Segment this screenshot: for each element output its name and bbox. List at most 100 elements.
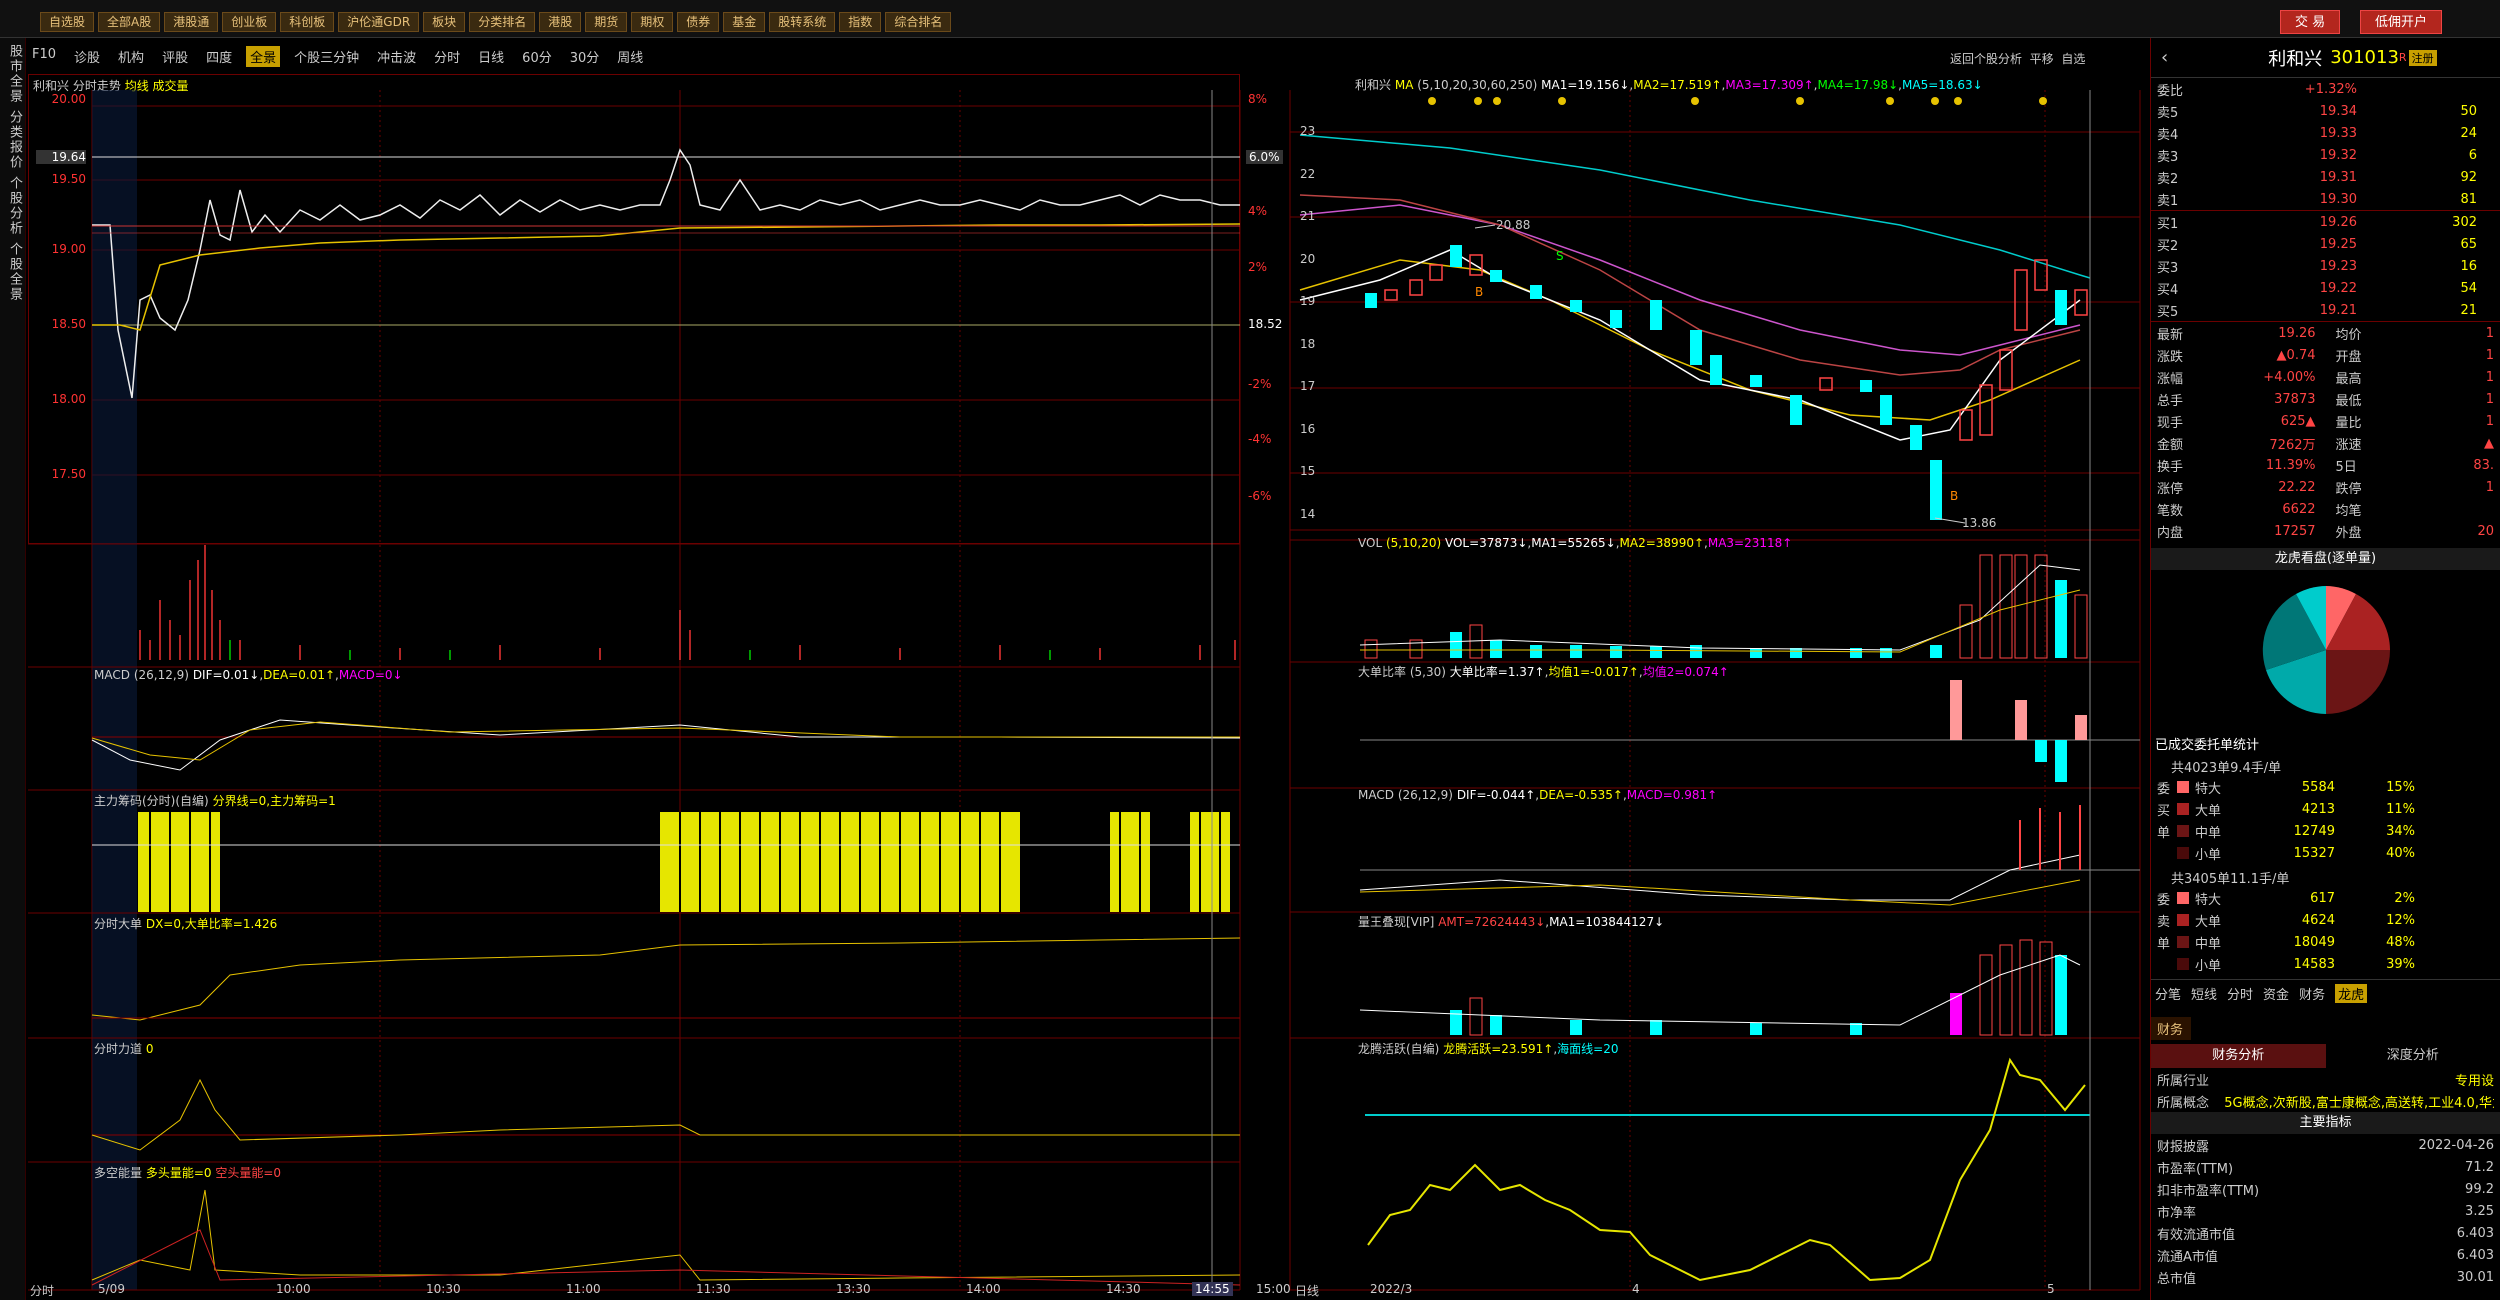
toolbar-button-4[interactable]: 科创板 — [280, 12, 335, 32]
toolbar-button-0[interactable]: 自选股 — [40, 12, 95, 32]
stat-label-2: 外盘 — [2335, 525, 2362, 541]
intraday-dd-title: 分时大单 DX=0,大单比率=1.426 — [94, 917, 278, 931]
toolbar-button-3[interactable]: 创业板 — [222, 12, 277, 32]
quote-subtab-2[interactable]: 分时 — [2227, 984, 2253, 1003]
stock-code: 301013 — [2330, 47, 2399, 68]
order-pie-chart — [2262, 586, 2390, 714]
finance-label: 市盈率(TTM) — [2157, 1161, 2234, 1177]
finance-value: 6.403 — [2456, 1225, 2494, 1241]
deep-analysis-tab[interactable]: 深度分析 — [2326, 1044, 2500, 1068]
toolbar-button-11[interactable]: 债券 — [677, 12, 720, 32]
tab-9[interactable]: 日线 — [474, 46, 508, 67]
stat-label-2: 最低 — [2335, 393, 2362, 409]
tab-8[interactable]: 分时 — [430, 46, 464, 67]
tab-10[interactable]: 60分 — [518, 46, 556, 67]
tab-3[interactable]: 评股 — [158, 46, 192, 67]
quote-subtab-4[interactable]: 财务 — [2299, 984, 2325, 1003]
toolbar-button-6[interactable]: 板块 — [423, 12, 466, 32]
stat-label: 笔数 — [2157, 503, 2184, 519]
watchlist-select[interactable]: 自选 — [2061, 52, 2085, 66]
tab-6[interactable]: 个股三分钟 — [290, 46, 363, 67]
tab-5[interactable]: 全景 — [246, 46, 281, 67]
stat-label: 总手 — [2157, 393, 2184, 409]
margin-account-button[interactable]: 低佣开户 — [2360, 10, 2443, 34]
quote-subtab-3[interactable]: 资金 — [2263, 984, 2289, 1003]
trade-button[interactable]: 交 易 — [2280, 10, 2341, 34]
size-pct: 34% — [2386, 823, 2415, 839]
stat-label: 换手 — [2157, 459, 2184, 475]
tab-11[interactable]: 30分 — [566, 46, 604, 67]
legend-swatch — [2177, 847, 2189, 859]
sell-level-price: 19.34 — [2319, 103, 2357, 119]
tab-7[interactable]: 冲击波 — [373, 46, 420, 67]
toolbar-button-12[interactable]: 基金 — [723, 12, 766, 32]
daily-price-tick: 18 — [1300, 336, 1316, 351]
daily-footer[interactable]: 日线 — [1295, 1282, 1319, 1299]
toolbar-button-8[interactable]: 港股 — [539, 12, 582, 32]
pan-button[interactable]: 平移 — [2030, 52, 2054, 66]
sell-level-price: 19.30 — [2319, 191, 2357, 207]
finance-value: 3.25 — [2465, 1203, 2494, 1219]
daily-price-tick: 23 — [1300, 124, 1316, 138]
nav-stock-overview[interactable]: 个股全景 — [5, 242, 24, 302]
intraday-panel: 利和兴 分时走势 均线 成交量 — [28, 74, 1240, 544]
toolbar-button-13[interactable]: 股转系统 — [769, 12, 836, 32]
size-pct: 48% — [2386, 934, 2415, 950]
toolbar-button-9[interactable]: 期货 — [585, 12, 628, 32]
back-icon[interactable]: ‹ — [2161, 47, 2168, 68]
size-label: 小单 — [2195, 847, 2222, 863]
toolbar-button-5[interactable]: 沪伦通GDR — [338, 12, 420, 32]
toolbar-button-10[interactable]: 期权 — [631, 12, 674, 32]
finance-row: 财报披露 2022-04-26 — [2151, 1134, 2500, 1156]
tab-4[interactable]: 四度 — [202, 46, 236, 67]
sell-level: 卖5 19.34 50 — [2151, 100, 2500, 122]
svg-text:B: B — [1475, 285, 1483, 299]
toolbar-button-14[interactable]: 指数 — [839, 12, 882, 32]
stat-value-2: ▲ — [2484, 435, 2494, 451]
pct-tick: 4% — [1248, 204, 1268, 218]
finance-row: 市净率 3.25 — [2151, 1200, 2500, 1222]
stat-value-2: 1 — [2485, 325, 2494, 341]
toolbar-button-2[interactable]: 港股通 — [164, 12, 219, 32]
sell-level: 卖3 19.32 6 — [2151, 144, 2500, 166]
toolbar-button-7[interactable]: 分类排名 — [469, 12, 536, 32]
quote-subtab-0[interactable]: 分笔 — [2155, 984, 2181, 1003]
finance-tab[interactable]: 财务 — [2151, 1017, 2191, 1040]
nav-stock-analysis[interactable]: 个股分析 — [5, 176, 24, 236]
sell-level-label: 卖5 — [2157, 105, 2179, 121]
concept-row: 所属概念 5G概念,次新股,富士康概念,高送转,工业4.0,华为 — [2157, 1095, 2494, 1111]
back-analysis-button[interactable]: 返回个股分析 — [1950, 52, 2022, 66]
stat-label-2: 均价 — [2335, 327, 2362, 343]
ma-select[interactable]: MA — [1395, 78, 1414, 92]
tab-2[interactable]: 机构 — [114, 46, 148, 67]
intraday-footer[interactable]: 分时 — [30, 1282, 54, 1299]
stat-value-2: 1 — [2485, 347, 2494, 363]
toolbar-button-15[interactable]: 综合排名 — [885, 12, 952, 32]
finance-analysis-tab[interactable]: 财务分析 — [2151, 1044, 2326, 1068]
nav-category-quotes[interactable]: 分类报价 — [5, 110, 24, 170]
nav-market-overview[interactable]: 股市全景 — [5, 44, 24, 104]
intraday-macd-title: MACD (26,12,9) DIF=0.01↓,DEA=0.01↑,MACD=… — [94, 668, 403, 682]
quote-subtab-5[interactable]: 龙虎 — [2335, 984, 2368, 1003]
daily-price-tick: 15 — [1300, 464, 1316, 478]
tab-1[interactable]: 诊股 — [70, 46, 104, 67]
sell-level-label: 卖1 — [2157, 193, 2179, 209]
pie-title: 龙虎看盘(逐单量) — [2151, 548, 2500, 570]
tab-0[interactable]: F10 — [28, 46, 60, 67]
intraday-x-tick: 11:00 — [566, 1282, 601, 1296]
intraday-x-tick: 14:00 — [966, 1282, 1001, 1296]
sell-level-label: 卖2 — [2157, 171, 2179, 187]
price-tick: 18.50 — [51, 317, 86, 331]
buy-level-volume: 16 — [2460, 258, 2477, 274]
side-label: 卖 — [2157, 914, 2171, 930]
intraday-dk-title: 多空能量 多头量能=0 空头量能=0 — [94, 1166, 282, 1180]
stat-value: 17257 — [2274, 523, 2316, 539]
toolbar-button-1[interactable]: 全部A股 — [98, 12, 161, 32]
buy-level: 买5 19.21 21 — [2151, 299, 2500, 321]
quote-subtab-1[interactable]: 短线 — [2191, 984, 2217, 1003]
tab-12[interactable]: 周线 — [613, 46, 647, 67]
stat-value: 37873 — [2274, 391, 2316, 407]
buy-level-label: 买1 — [2157, 216, 2179, 232]
stat-row: 涨幅 +4.00% 最高 1 — [2151, 366, 2500, 388]
sell-level-volume: 6 — [2468, 147, 2477, 163]
